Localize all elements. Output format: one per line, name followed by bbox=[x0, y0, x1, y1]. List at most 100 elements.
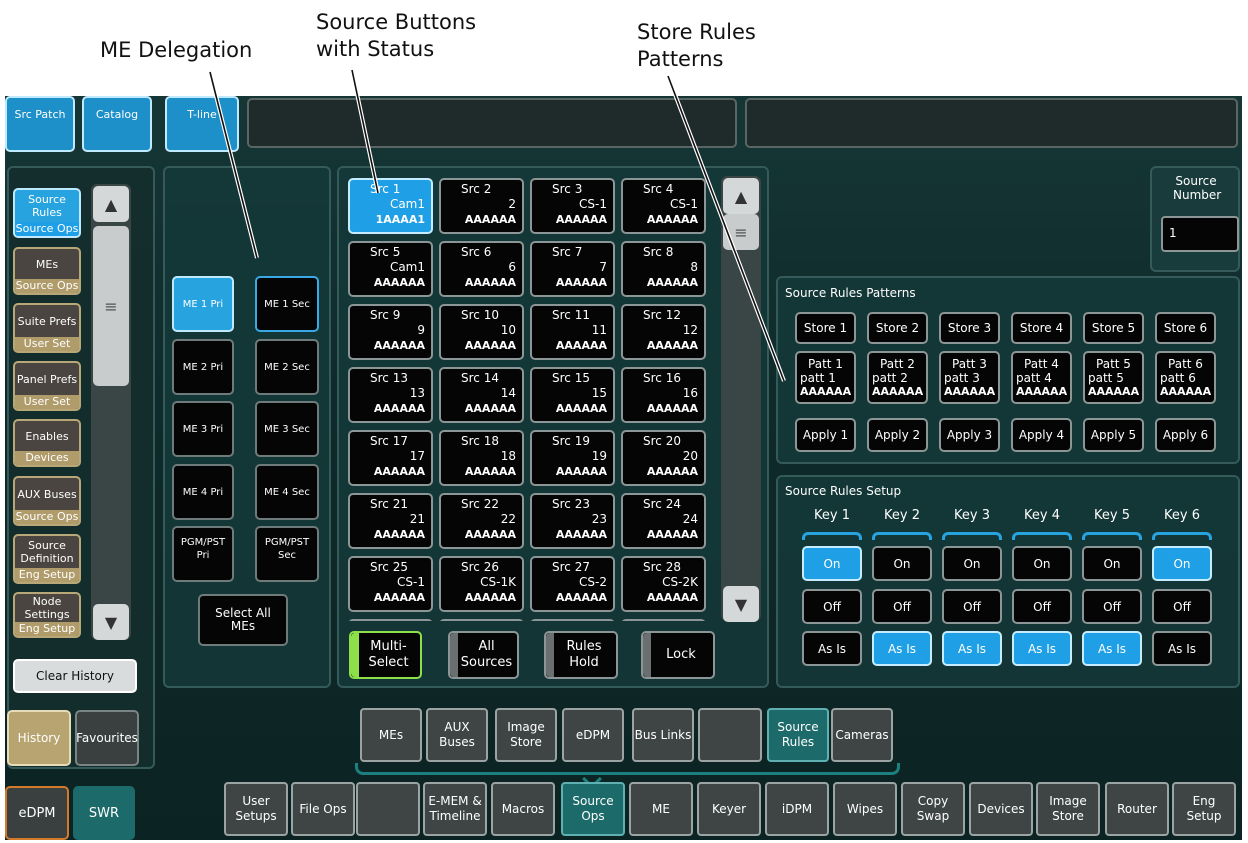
source-button[interactable]: Src 27 CS-2 AAAAAA bbox=[530, 556, 615, 612]
sub-nav-button[interactable] bbox=[698, 708, 762, 762]
source-button[interactable]: Src 4 CS-1 AAAAAA bbox=[621, 178, 706, 234]
edpm-mode-button[interactable]: eDPM bbox=[5, 786, 69, 840]
pattern-button[interactable]: Patt 3 patt 3 AAAAAA bbox=[939, 351, 1000, 404]
key-as-is-button[interactable]: As Is bbox=[1012, 631, 1072, 666]
source-button[interactable]: Src 16 16 AAAAAA bbox=[621, 367, 706, 423]
source-button[interactable]: Src 12 12 AAAAAA bbox=[621, 304, 706, 360]
source-button[interactable]: Src 11 11 AAAAAA bbox=[530, 304, 615, 360]
main-nav-button[interactable]: Macros bbox=[491, 782, 555, 836]
source-button[interactable]: Src 19 19 AAAAAA bbox=[530, 430, 615, 486]
history-item-suite-prefs[interactable]: Suite Prefs User Set bbox=[13, 303, 81, 353]
main-nav-button[interactable]: Keyer bbox=[697, 782, 761, 836]
rules-hold-button[interactable]: Rules Hold bbox=[544, 631, 618, 679]
me3-pri-button[interactable]: ME 3 Pri bbox=[172, 401, 234, 457]
main-nav-button[interactable]: Wipes bbox=[833, 782, 897, 836]
tab-src-patch[interactable]: Src Patch bbox=[5, 96, 75, 152]
source-button-partial[interactable] bbox=[439, 619, 524, 621]
main-nav-button[interactable]: Copy Swap bbox=[901, 782, 965, 836]
multi-select-button[interactable]: Multi-Select bbox=[349, 631, 422, 679]
source-button[interactable]: Src 8 8 AAAAAA bbox=[621, 241, 706, 297]
favourites-tab[interactable]: Favourites bbox=[75, 710, 139, 766]
scroll-up-icon[interactable]: ▲ bbox=[93, 186, 129, 222]
apply-pattern-button[interactable]: Apply 6 bbox=[1155, 418, 1216, 452]
store-pattern-button[interactable]: Store 2 bbox=[867, 312, 928, 344]
main-nav-button[interactable]: User Setups bbox=[224, 782, 288, 836]
key-as-is-button[interactable]: As Is bbox=[802, 631, 862, 666]
me2-sec-button[interactable]: ME 2 Sec bbox=[255, 339, 319, 395]
source-scroll-up-icon[interactable]: ▲ bbox=[723, 178, 759, 214]
key-as-is-button[interactable]: As Is bbox=[1152, 631, 1212, 666]
pgm-pst-sec-button[interactable]: PGM/PST Sec bbox=[255, 526, 319, 582]
me1-sec-button[interactable]: ME 1 Sec bbox=[255, 276, 319, 332]
key-on-button[interactable]: On bbox=[1082, 546, 1142, 581]
main-nav-button[interactable]: Source Ops bbox=[561, 782, 625, 836]
key-on-button[interactable]: On bbox=[1152, 546, 1212, 581]
key-as-is-button[interactable]: As Is bbox=[872, 631, 932, 666]
history-item-source-definition[interactable]: Source Definition Eng Setup bbox=[13, 534, 81, 584]
sub-nav-button[interactable]: eDPM bbox=[562, 708, 624, 762]
key-off-button[interactable]: Off bbox=[872, 589, 932, 624]
apply-pattern-button[interactable]: Apply 4 bbox=[1011, 418, 1072, 452]
clear-history-button[interactable]: Clear History bbox=[13, 659, 137, 693]
source-button[interactable]: Src 13 13 AAAAAA bbox=[348, 367, 433, 423]
history-item-aux-buses[interactable]: AUX Buses Source Ops bbox=[13, 476, 81, 526]
key-as-is-button[interactable]: As Is bbox=[1082, 631, 1142, 666]
me3-sec-button[interactable]: ME 3 Sec bbox=[255, 401, 319, 457]
store-pattern-button[interactable]: Store 3 bbox=[939, 312, 1000, 344]
sub-nav-button[interactable]: MEs bbox=[360, 708, 422, 762]
source-button[interactable]: Src 10 10 AAAAAA bbox=[439, 304, 524, 360]
source-number-field[interactable]: 1 bbox=[1161, 216, 1239, 252]
source-button-partial[interactable] bbox=[621, 619, 706, 621]
pgm-pst-pri-button[interactable]: PGM/PST Pri bbox=[172, 526, 234, 582]
key-off-button[interactable]: Off bbox=[942, 589, 1002, 624]
history-item-source-rules[interactable]: Source Rules Source Ops bbox=[13, 188, 81, 238]
me4-sec-button[interactable]: ME 4 Sec bbox=[255, 464, 319, 520]
sub-nav-button[interactable]: Source Rules bbox=[767, 708, 829, 762]
key-on-button[interactable]: On bbox=[1012, 546, 1072, 581]
history-item-enables[interactable]: Enables Devices bbox=[13, 419, 81, 467]
source-button-partial[interactable] bbox=[348, 619, 433, 621]
key-off-button[interactable]: Off bbox=[1082, 589, 1142, 624]
lock-button[interactable]: Lock bbox=[641, 631, 715, 679]
key-on-button[interactable]: On bbox=[942, 546, 1002, 581]
source-scroll-down-icon[interactable]: ▼ bbox=[723, 586, 759, 622]
source-button-partial[interactable] bbox=[530, 619, 615, 621]
source-button[interactable]: Src 26 CS-1K AAAAAA bbox=[439, 556, 524, 612]
main-nav-button[interactable] bbox=[356, 782, 420, 836]
main-nav-button[interactable]: Image Store bbox=[1036, 782, 1100, 836]
me4-pri-button[interactable]: ME 4 Pri bbox=[172, 464, 234, 520]
source-button[interactable]: Src 20 20 AAAAAA bbox=[621, 430, 706, 486]
sub-nav-button[interactable]: AUX Buses bbox=[426, 708, 488, 762]
history-tab[interactable]: History bbox=[7, 710, 71, 766]
source-button[interactable]: Src 6 6 AAAAAA bbox=[439, 241, 524, 297]
main-nav-button[interactable]: ME bbox=[629, 782, 693, 836]
main-nav-button[interactable]: iDPM bbox=[765, 782, 829, 836]
apply-pattern-button[interactable]: Apply 1 bbox=[795, 418, 856, 452]
main-nav-button[interactable]: Eng Setup bbox=[1172, 782, 1236, 836]
all-sources-button[interactable]: All Sources bbox=[448, 631, 519, 679]
source-button[interactable]: Src 21 21 AAAAAA bbox=[348, 493, 433, 549]
history-item-node-settings[interactable]: Node Settings Eng Setup bbox=[13, 592, 81, 638]
swr-mode-button[interactable]: SWR bbox=[73, 786, 135, 840]
store-pattern-button[interactable]: Store 6 bbox=[1155, 312, 1216, 344]
source-button[interactable]: Src 9 9 AAAAAA bbox=[348, 304, 433, 360]
source-button[interactable]: Src 7 7 AAAAAA bbox=[530, 241, 615, 297]
main-nav-button[interactable]: File Ops bbox=[291, 782, 355, 836]
source-button[interactable]: Src 15 15 AAAAAA bbox=[530, 367, 615, 423]
apply-pattern-button[interactable]: Apply 2 bbox=[867, 418, 928, 452]
scroll-down-icon[interactable]: ▼ bbox=[93, 604, 129, 640]
source-button[interactable]: Src 5 Cam1 AAAAAA bbox=[348, 241, 433, 297]
me1-pri-button[interactable]: ME 1 Pri bbox=[172, 276, 234, 332]
sub-nav-button[interactable]: Bus Links bbox=[632, 708, 694, 762]
history-item-mes[interactable]: MEs Source Ops bbox=[13, 247, 81, 295]
source-button[interactable]: Src 17 17 AAAAAA bbox=[348, 430, 433, 486]
main-nav-button[interactable]: Router bbox=[1105, 782, 1169, 836]
tab-catalog[interactable]: Catalog bbox=[82, 96, 152, 152]
key-as-is-button[interactable]: As Is bbox=[942, 631, 1002, 666]
store-pattern-button[interactable]: Store 5 bbox=[1083, 312, 1144, 344]
store-pattern-button[interactable]: Store 1 bbox=[795, 312, 856, 344]
main-nav-button[interactable]: Devices bbox=[969, 782, 1033, 836]
key-off-button[interactable]: Off bbox=[802, 589, 862, 624]
main-nav-button[interactable]: E-MEM & Timeline bbox=[423, 782, 487, 836]
key-on-button[interactable]: On bbox=[802, 546, 862, 581]
